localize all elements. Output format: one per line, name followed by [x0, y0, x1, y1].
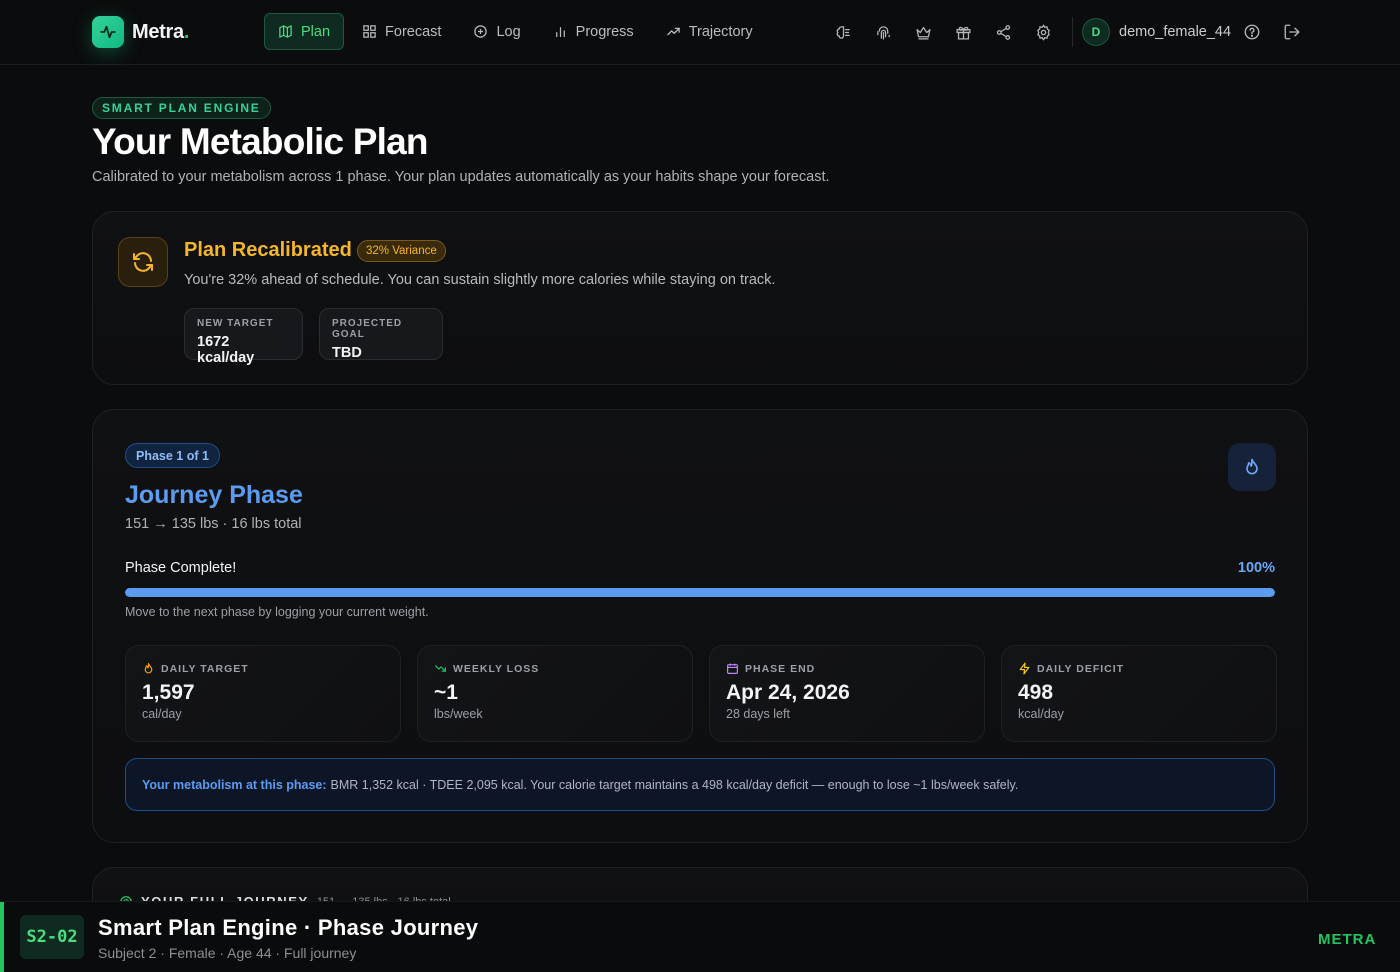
nav-divider [1072, 17, 1073, 47]
nav-trajectory-label: Trajectory [688, 23, 753, 40]
metabolism-label: Your metabolism at this phase: [142, 777, 327, 792]
caption-brand: METRA [1318, 931, 1377, 948]
metric-label: DAILY DEFICIT [1037, 662, 1125, 675]
metric-daily-target: DAILY TARGET 1,597 cal/day [125, 645, 401, 742]
metric-unit: cal/day [142, 707, 182, 721]
crown-icon[interactable] [913, 20, 933, 44]
projected-goal-stat: PROJECTED GOAL TBD [319, 308, 443, 361]
bolt-icon [1019, 662, 1030, 675]
page-subtitle: Calibrated to your metabolism across 1 p… [92, 169, 830, 185]
metric-phase-end: PHASE END Apr 24, 2026 28 days left [709, 645, 985, 742]
metric-unit: kcal/day [1018, 707, 1064, 721]
nav-progress[interactable]: Progress [539, 13, 648, 50]
recalibration-card: Plan Recalibrated 32% Variance You're 32… [92, 211, 1308, 385]
stat-label: NEW TARGET [197, 318, 274, 329]
trending-up-icon [666, 27, 680, 36]
stat-value: 1672 kcal/day [197, 334, 255, 366]
share-icon[interactable] [993, 20, 1013, 44]
avatar: D [1082, 18, 1110, 46]
metric-label: WEEKLY LOSS [453, 662, 540, 675]
bar-chart-icon [555, 27, 565, 38]
metric-value: Apr 24, 2026 [726, 681, 850, 704]
metric-value: 498 [1018, 681, 1054, 704]
metric-unit: lbs/week [434, 707, 483, 721]
trending-down-icon [435, 665, 446, 672]
nav-links: Plan Forecast Log Progress Trajectory [264, 13, 767, 50]
brain-icon[interactable] [833, 20, 853, 44]
eyebrow-badge: SMART PLAN ENGINE [92, 97, 271, 119]
phase-range: 151 → 135 lbs · 16 lbs total [125, 516, 302, 532]
gift-icon[interactable] [953, 20, 973, 44]
phase-card: Phase 1 of 1 Journey Phase 151 → 135 lbs… [92, 409, 1308, 843]
nav-plan-label: Plan [301, 23, 331, 40]
caption-code: S2-02 [20, 915, 84, 959]
caption-accent [0, 902, 4, 972]
phase-note: Move to the next phase by logging your c… [125, 605, 429, 619]
new-target-stat: NEW TARGET 1672 kcal/day [184, 308, 303, 366]
nav-log[interactable]: Log [459, 13, 534, 50]
grid-icon [363, 25, 376, 38]
calendar-icon [727, 663, 738, 674]
metric-unit: 28 days left [726, 707, 790, 721]
phase-progress-bar [125, 588, 1275, 597]
flame-icon [144, 663, 153, 674]
map-icon [279, 25, 292, 38]
metabolism-text: BMR 1,352 kcal · TDEE 2,095 kcal. Your c… [330, 777, 1019, 792]
phase-progress-fill [125, 588, 1275, 597]
stat-label: PROJECTED GOAL [332, 318, 403, 340]
metric-label: DAILY TARGET [161, 662, 249, 675]
refresh-icon [118, 237, 168, 287]
gear-icon[interactable] [1033, 20, 1053, 44]
username: demo_female_44 [1119, 24, 1232, 40]
caption-subtitle: Subject 2 · Female · Age 44 · Full journ… [98, 945, 357, 961]
metric-value: ~1 [434, 681, 458, 704]
variance-badge: 32% Variance [357, 240, 446, 262]
page-title: Your Metabolic Plan [92, 121, 428, 162]
metric-label: PHASE END [745, 662, 816, 675]
metric-daily-deficit: DAILY DEFICIT 498 kcal/day [1001, 645, 1277, 742]
plus-circle-icon [474, 25, 488, 38]
brand-name: Metra. [132, 20, 190, 43]
metric-weekly-loss: WEEKLY LOSS ~1 lbs/week [417, 645, 693, 742]
logout-icon[interactable] [1283, 23, 1301, 46]
top-nav: Metra. Plan Forecast Log Progress Trajec… [0, 0, 1400, 65]
nav-progress-label: Progress [575, 23, 634, 40]
nav-plan[interactable]: Plan [264, 13, 345, 50]
nav-forecast-label: Forecast [385, 23, 442, 40]
metabolism-info: Your metabolism at this phase: BMR 1,352… [125, 758, 1275, 811]
user-menu[interactable]: D demo_female_44 [1082, 18, 1231, 46]
nav-tools [833, 20, 1053, 44]
nav-trajectory[interactable]: Trajectory [652, 13, 767, 50]
flame-icon [1228, 443, 1276, 491]
stat-value: TBD [332, 345, 362, 361]
phase-status: Phase Complete! [125, 560, 237, 576]
nav-forecast[interactable]: Forecast [348, 13, 455, 50]
brand[interactable]: Metra. [92, 16, 189, 48]
recalibration-description: You're 32% ahead of schedule. You can su… [184, 272, 776, 288]
help-icon[interactable] [1243, 23, 1261, 46]
nav-log-label: Log [496, 23, 521, 40]
pulse-logo-icon [92, 16, 124, 48]
phase-title: Journey Phase [125, 481, 303, 509]
phase-progress-percent: 100% [1237, 560, 1275, 576]
fingerprint-icon[interactable] [873, 20, 893, 44]
recalibration-title: Plan Recalibrated [184, 239, 352, 261]
caption-title: Smart Plan Engine · Phase Journey [98, 915, 479, 940]
metric-value: 1,597 [142, 681, 195, 704]
phase-badge: Phase 1 of 1 [125, 443, 220, 468]
caption-bar: S2-02 Smart Plan Engine · Phase Journey … [0, 901, 1400, 972]
